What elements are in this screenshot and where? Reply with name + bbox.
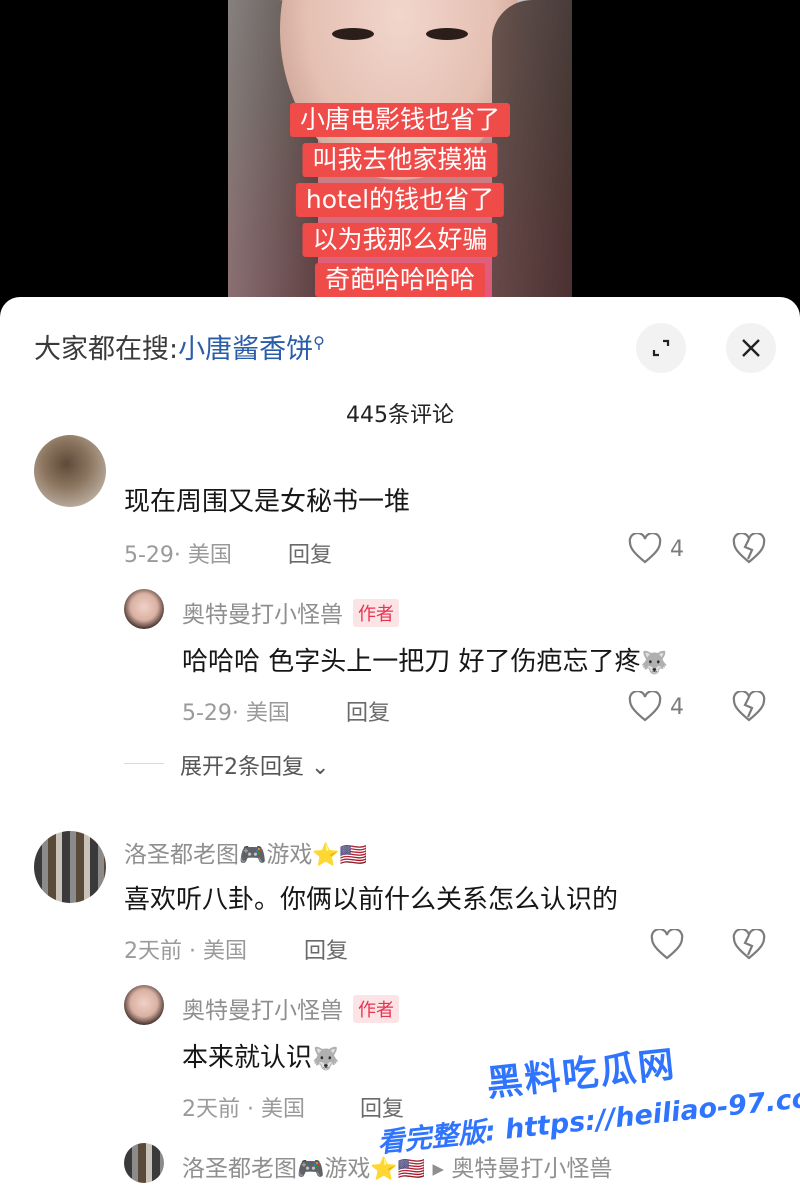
like-count: 4: [670, 694, 684, 720]
video-caption-line: hotel的钱也省了: [295, 183, 505, 217]
username-tag: 游戏: [266, 842, 313, 868]
reply-text-body: 哈哈哈 色字头上一把刀 好了伤疤忘了疼: [182, 647, 641, 677]
husky-emoji-icon: 🐺: [640, 651, 668, 676]
like-button[interactable]: [650, 929, 684, 961]
expand-divider: [124, 763, 164, 764]
author-avatar[interactable]: [124, 985, 164, 1025]
video-eye-right: [426, 28, 468, 40]
video-frame[interactable]: 小唐电影钱也省了 叫我去他家摸猫 hotel的钱也省了 以为我那么好骗 奇葩哈哈…: [228, 0, 572, 320]
reply-username-text: 奥特曼打小怪兽: [182, 602, 343, 628]
star-emoji-icon: ⭐: [370, 1157, 398, 1182]
expand-sheet-button[interactable]: [636, 323, 686, 373]
reply-text-body: 本来就认识: [182, 1043, 313, 1073]
expand-replies-button[interactable]: 展开2条回复 ⌄: [180, 749, 329, 781]
author-badge: 作者: [353, 599, 399, 627]
avatar[interactable]: [124, 1143, 164, 1183]
author-avatar[interactable]: [124, 589, 164, 629]
video-caption-line: 奇葩哈哈哈哈: [314, 263, 486, 297]
dislike-button[interactable]: [732, 691, 766, 723]
heart-icon: [650, 929, 684, 960]
reply-date: 5-29· 美国: [182, 701, 290, 726]
dislike-button[interactable]: [732, 533, 766, 565]
comment-text: 现在周围又是女秘书一堆: [124, 487, 411, 517]
comment-username-text: 洛圣都老图: [182, 1156, 297, 1182]
dislike-button[interactable]: [732, 929, 766, 961]
us-flag-icon: 🇺🇸: [339, 843, 368, 868]
star-emoji-icon: ⭐: [312, 843, 340, 868]
like-button[interactable]: 4: [628, 533, 684, 565]
search-icon: ⚲: [313, 333, 325, 352]
trending-search-prefix: 大家都在搜:: [34, 334, 179, 365]
reply-to-username[interactable]: 奥特曼打小怪兽: [451, 1156, 612, 1182]
trending-search-term[interactable]: 小唐酱香饼: [178, 334, 313, 365]
video-eye-left: [332, 28, 374, 40]
reply-button[interactable]: 回复: [288, 537, 332, 569]
expand-replies-label: 展开2条回复: [180, 755, 304, 780]
heart-icon: [628, 691, 662, 722]
comment-username-text: 洛圣都老图: [124, 842, 239, 868]
husky-emoji-icon: 🐺: [312, 1047, 340, 1072]
avatar[interactable]: [34, 831, 106, 903]
comment-text: 喜欢听八卦。你俩以前什么关系怎么认识的: [124, 885, 619, 915]
video-hair: [492, 0, 572, 320]
reply-username[interactable]: 奥特曼打小怪兽 作者: [182, 991, 399, 1025]
trending-search[interactable]: 大家都在搜:小唐酱香饼⚲: [34, 327, 325, 367]
close-icon: [742, 339, 760, 357]
gamepad-emoji-icon: 🎮: [239, 843, 267, 868]
close-button[interactable]: [726, 323, 776, 373]
author-badge: 作者: [353, 995, 399, 1023]
broken-heart-icon: [732, 929, 766, 960]
broken-heart-icon: [732, 533, 766, 564]
like-count: 4: [670, 536, 684, 562]
heart-icon: [628, 533, 662, 564]
broken-heart-icon: [732, 691, 766, 722]
us-flag-icon: 🇺🇸: [397, 1157, 426, 1182]
reply-text: 本来就认识🐺: [182, 1037, 339, 1074]
comments-sheet: 大家都在搜:小唐酱香饼⚲ 445条评论 现在周围又是女秘书一堆 5-29· 美国…: [0, 297, 800, 1200]
chevron-down-icon: ⌄: [304, 755, 330, 780]
comment-date: 2天前 · 美国: [124, 939, 247, 964]
video-caption-line: 叫我去他家摸猫: [302, 143, 498, 177]
reply-text: 哈哈哈 色字头上一把刀 好了伤疤忘了疼🐺: [182, 641, 668, 678]
reply-username[interactable]: 奥特曼打小怪兽 作者: [182, 595, 399, 629]
comment-count: 445条评论: [346, 403, 454, 428]
like-button[interactable]: 4: [628, 691, 684, 723]
reply-username-text: 奥特曼打小怪兽: [182, 998, 343, 1024]
reply-button[interactable]: 回复: [346, 695, 390, 727]
comment-username[interactable]: 洛圣都老图🎮游戏⭐🇺🇸: [124, 835, 367, 869]
avatar[interactable]: [34, 435, 106, 507]
video-caption-line: 小唐电影钱也省了: [289, 103, 511, 137]
comment-date: 5-29· 美国: [124, 543, 232, 568]
reply-button[interactable]: 回复: [304, 933, 348, 965]
reply-arrow-icon: ▸: [425, 1156, 452, 1182]
reply-date: 2天前 · 美国: [182, 1097, 305, 1122]
expand-icon: [652, 339, 670, 357]
gamepad-emoji-icon: 🎮: [297, 1157, 325, 1182]
username-tag: 游戏: [324, 1156, 371, 1182]
video-caption-line: 以为我那么好骗: [302, 223, 498, 257]
